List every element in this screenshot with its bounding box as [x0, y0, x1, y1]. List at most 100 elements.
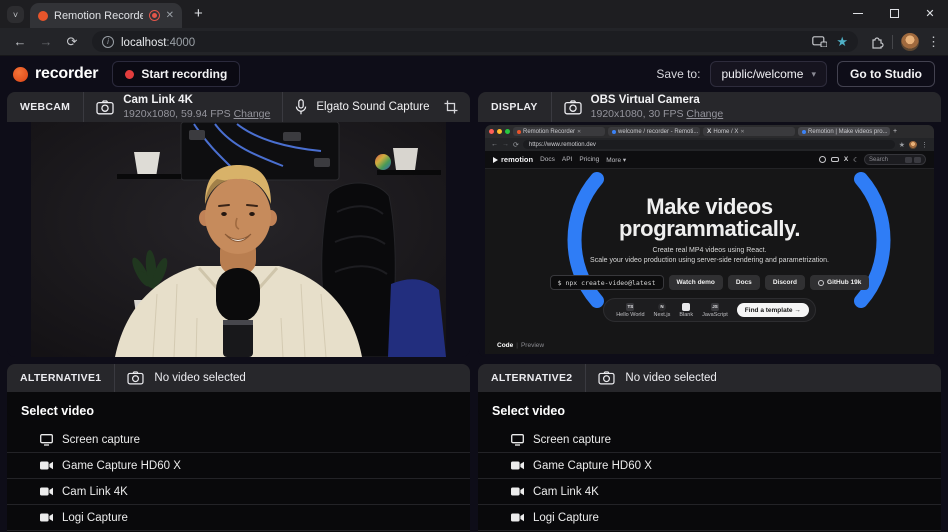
go-to-studio-button[interactable]: Go to Studio	[837, 61, 935, 87]
close-window-button[interactable]: ✕	[912, 0, 948, 26]
mini-browser-titlebar: Remotion Recorder ✕ welcome / recorder -…	[485, 125, 934, 138]
alternative1-panel: ALTERNATIVE1 No video selected Select vi…	[7, 364, 470, 532]
select-video-option[interactable]: Logi Capture	[478, 505, 941, 531]
browser-titlebar: ˅ Remotion Recorder ✕ + ✕	[0, 0, 948, 28]
mac-minimize-icon	[497, 129, 502, 134]
select-video-option[interactable]: Screen capture	[478, 427, 941, 453]
mini-address-bar: https://www.remotion.dev	[523, 140, 895, 149]
app-header: recorder Start recording Save to: public…	[7, 56, 941, 92]
display-label: DISPLAY	[478, 101, 551, 113]
microphone-icon	[295, 99, 307, 115]
logo-text: recorder	[35, 65, 98, 83]
display-video-preview: Remotion Recorder ✕ welcome / recorder -…	[485, 125, 934, 354]
tab-close-icon[interactable]: ✕	[166, 11, 174, 21]
tab-title: Remotion Recorder	[54, 10, 143, 22]
browser-tab[interactable]: Remotion Recorder ✕	[30, 3, 182, 28]
theme-toggle-icon: ☾	[853, 156, 859, 164]
extensions-icon[interactable]	[870, 35, 884, 49]
maximize-button[interactable]	[876, 0, 912, 26]
go-to-studio-label: Go to Studio	[850, 67, 922, 81]
template-item: N Next.js	[654, 303, 671, 318]
select-video-option[interactable]: Logi Capture	[7, 505, 470, 531]
webcam-video-area	[7, 122, 470, 357]
webcam-change-link[interactable]: Change	[234, 108, 271, 120]
video-camera-icon	[511, 487, 524, 496]
url-host: localhost	[121, 37, 166, 49]
github-icon	[819, 156, 826, 163]
display-panel: DISPLAY OBS Virtual Camera 1920x1080, 30…	[478, 92, 941, 357]
window-controls: ✕	[840, 0, 948, 26]
github-button: GitHub 19k	[810, 275, 869, 290]
profile-avatar[interactable]	[901, 33, 919, 51]
hero-cta-row: $ npx create-video@latest Watch demo Doc…	[550, 275, 870, 290]
alternative2-header: ALTERNATIVE2 No video selected	[478, 364, 941, 392]
video-camera-icon	[40, 461, 53, 470]
monitor-icon	[511, 434, 524, 446]
bookmark-star-icon[interactable]: ★	[836, 35, 848, 48]
video-camera-icon	[511, 513, 524, 522]
save-to-label: Save to:	[656, 67, 700, 81]
address-bar[interactable]: i localhost:4000 ★	[92, 31, 858, 52]
mini-tab: Remotion Recorder ✕	[513, 127, 605, 136]
select-video-option[interactable]: Game Capture HD60 X	[7, 453, 470, 479]
video-camera-icon	[40, 487, 53, 496]
camera-icon	[598, 371, 615, 385]
remotion-favicon-icon	[38, 11, 48, 21]
terminal-command: $ npx create-video@latest	[550, 275, 664, 290]
webcam-device-meta: 1920x1080, 59.94 FPS	[123, 108, 230, 120]
template-item: Blank	[679, 303, 693, 318]
camera-icon	[96, 100, 114, 115]
app-logo: recorder	[13, 65, 98, 83]
alternative1-header: ALTERNATIVE1 No video selected	[7, 364, 470, 392]
audio-device-name: Elgato Sound Capture	[316, 101, 429, 113]
select-video-heading: Select video	[478, 392, 941, 427]
alternative2-status: No video selected	[625, 372, 716, 384]
webcam-panel-header: WEBCAM Cam Link 4K 1920x1080, 59.94 FPS	[7, 92, 470, 122]
crop-button[interactable]	[444, 100, 458, 114]
select-video-option[interactable]: Cam Link 4K	[7, 479, 470, 505]
webcam-device-name: Cam Link 4K	[123, 93, 270, 107]
browser-menu-icon[interactable]: ⋮	[927, 34, 940, 50]
site-info-icon[interactable]: i	[102, 36, 114, 48]
start-recording-label: Start recording	[141, 67, 227, 81]
template-item: TS Hello World	[616, 303, 644, 318]
template-row: TS Hello World N Next.js Blank	[603, 298, 816, 322]
webcam-video-preview	[31, 122, 446, 357]
video-camera-icon	[40, 513, 53, 522]
mac-zoom-icon	[505, 129, 510, 134]
record-dot-icon	[125, 70, 134, 79]
monitor-icon	[40, 434, 53, 446]
select-video-option[interactable]: Cam Link 4K	[478, 479, 941, 505]
start-recording-button[interactable]: Start recording	[112, 61, 240, 87]
remotion-play-icon	[493, 157, 498, 163]
save-to-select[interactable]: public/welcome ▾	[710, 61, 827, 87]
mini-site-nav: remotion Docs API Pricing More ▾ X ☾	[485, 151, 934, 169]
tab-search-icon[interactable]: ˅	[7, 6, 24, 23]
mini-tab-active: Remotion | Make videos pro... ✕	[798, 127, 890, 136]
select-video-option[interactable]: Game Capture HD60 X	[478, 453, 941, 479]
minimize-button[interactable]	[840, 0, 876, 26]
template-item: JS JavaScript	[702, 303, 728, 318]
camera-icon	[127, 371, 144, 385]
toolbar-separator	[892, 35, 893, 49]
tab-capture-icon[interactable]	[812, 36, 827, 47]
alternative2-body: Select video Screen capture Gam	[478, 392, 941, 532]
video-camera-icon	[511, 461, 524, 470]
display-change-link[interactable]: Change	[686, 108, 723, 120]
mini-search: Search	[864, 154, 926, 165]
save-to-value: public/welcome	[721, 67, 803, 81]
back-button[interactable]: ←	[8, 34, 32, 49]
forward-button[interactable]: →	[34, 34, 58, 49]
hero-title: Make videos programmatically.	[619, 196, 800, 241]
code-preview-toggle: Code|Preview	[497, 342, 544, 349]
reload-button[interactable]: ⟳	[60, 34, 84, 50]
display-device-meta: 1920x1080, 30 FPS	[591, 108, 684, 120]
discord-button: Discord	[765, 275, 805, 290]
chevron-down-icon: ▾	[811, 69, 816, 80]
recorder-app: recorder Start recording Save to: public…	[0, 56, 948, 532]
mini-tab: welcome / recorder - Remoti... ✕	[608, 127, 700, 136]
camera-icon	[564, 100, 582, 115]
new-tab-button[interactable]: +	[194, 5, 203, 22]
webcam-label: WEBCAM	[7, 101, 83, 113]
select-video-option[interactable]: Screen capture	[7, 427, 470, 453]
